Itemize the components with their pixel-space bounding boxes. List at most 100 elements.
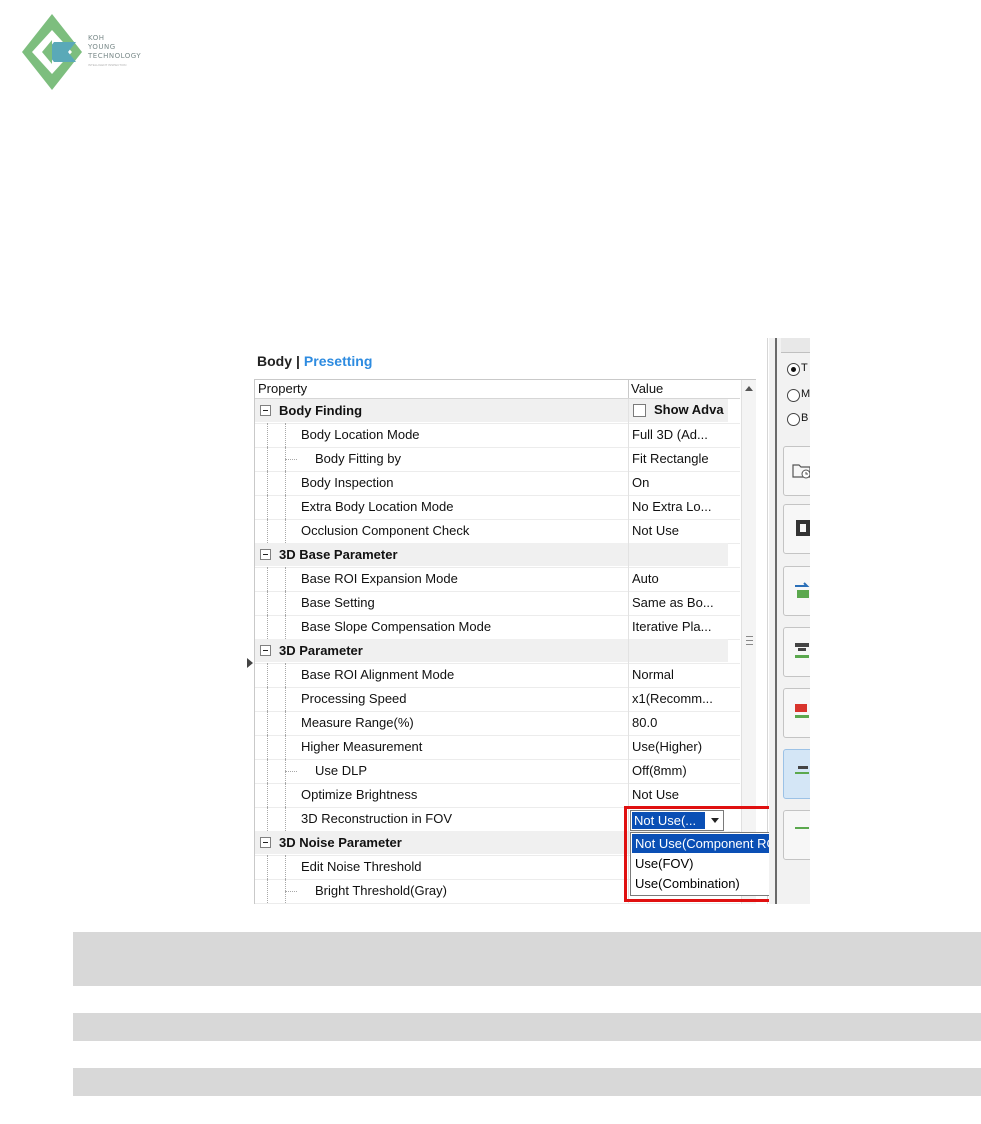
tree-guide bbox=[285, 615, 286, 639]
align-tool-button[interactable] bbox=[783, 749, 810, 799]
header-separator: | bbox=[296, 353, 300, 369]
panel-header: Body | Presetting bbox=[257, 353, 372, 369]
grid-header: Property Value bbox=[255, 380, 740, 399]
property-value[interactable]: Same as Bo... bbox=[632, 595, 728, 610]
category-label: 3D Parameter bbox=[279, 643, 363, 658]
property-value[interactable]: Use(Higher) bbox=[632, 739, 728, 754]
property-row-extra-body-location-mode[interactable]: Extra Body Location Mode No Extra Lo... bbox=[255, 495, 740, 520]
tree-guide bbox=[267, 447, 268, 471]
stack-icon bbox=[795, 643, 809, 658]
property-value[interactable]: 80.0 bbox=[632, 715, 728, 730]
tree-guide bbox=[267, 495, 268, 519]
property-label: Base ROI Alignment Mode bbox=[301, 667, 455, 682]
property-label: Processing Speed bbox=[301, 691, 407, 706]
property-value[interactable]: On bbox=[632, 475, 728, 490]
scroll-thumb-grip-icon[interactable] bbox=[746, 636, 753, 645]
column-header-value[interactable]: Value bbox=[631, 381, 663, 396]
align-small-icon bbox=[795, 827, 809, 829]
property-label: Optimize Brightness bbox=[301, 787, 418, 802]
value-column-divider bbox=[628, 423, 629, 447]
property-value[interactable]: Normal bbox=[632, 667, 728, 682]
panel-title: Body bbox=[257, 353, 292, 369]
value-column-divider bbox=[628, 471, 629, 495]
property-value[interactable]: Full 3D (Ad... bbox=[632, 427, 728, 442]
value-column-divider bbox=[628, 711, 629, 735]
scroll-up-icon[interactable] bbox=[745, 386, 753, 391]
property-label: Extra Body Location Mode bbox=[301, 499, 454, 514]
tree-guide bbox=[267, 471, 268, 495]
property-value[interactable]: Not Use bbox=[632, 787, 728, 802]
column-header-property[interactable]: Property bbox=[258, 381, 307, 396]
body-tool-button[interactable] bbox=[783, 504, 810, 554]
gray-bar-1 bbox=[73, 932, 981, 986]
collapse-toggle-icon[interactable] bbox=[260, 549, 271, 560]
property-row-higher-measurement[interactable]: Higher Measurement Use(Higher) bbox=[255, 735, 740, 760]
value-column-divider bbox=[628, 567, 629, 591]
category-row-body-finding[interactable]: Body Finding Show Adva bbox=[255, 399, 740, 424]
category-row-3d-parameter[interactable]: 3D Parameter bbox=[255, 639, 740, 664]
property-panel: Body | Presetting Property Value Body Find… bbox=[243, 338, 808, 904]
tree-guide bbox=[285, 591, 286, 615]
property-value[interactable]: Iterative Pla... bbox=[632, 619, 728, 634]
tree-guide bbox=[267, 663, 268, 687]
tree-guide bbox=[285, 423, 286, 447]
value-column-divider bbox=[628, 591, 629, 615]
panel-splitter[interactable] bbox=[775, 338, 777, 904]
value-column-divider bbox=[628, 519, 629, 543]
category-label: Body Finding bbox=[279, 403, 363, 418]
radio-m-label: M bbox=[801, 388, 810, 400]
folder-clock-button[interactable] bbox=[783, 446, 810, 496]
show-advanced-checkbox[interactable] bbox=[633, 404, 646, 417]
property-row-base-setting[interactable]: Base Setting Same as Bo... bbox=[255, 591, 740, 616]
property-row-body-location-mode[interactable]: Body Location Mode Full 3D (Ad... bbox=[255, 423, 740, 448]
property-row-base-roi-expansion-mode[interactable]: Base ROI Expansion Mode Auto bbox=[255, 567, 740, 592]
radio-b[interactable] bbox=[787, 413, 800, 426]
out-tool-button[interactable] bbox=[783, 688, 810, 738]
presetting-link[interactable]: Presetting bbox=[304, 353, 372, 369]
property-label: Body Location Mode bbox=[301, 427, 420, 442]
collapse-toggle-icon[interactable] bbox=[260, 405, 271, 416]
logo-wordmark: KOH YOUNG TECHNOLOGY bbox=[88, 34, 142, 60]
property-window: Body | Presetting Property Value Body Find… bbox=[243, 338, 810, 904]
property-label: Measure Range(%) bbox=[301, 715, 414, 730]
property-value[interactable]: x1(Recomm... bbox=[632, 691, 728, 706]
extra-tool-button[interactable] bbox=[783, 810, 810, 860]
property-row-occlusion-component-check[interactable]: Occlusion Component Check Not Use bbox=[255, 519, 740, 544]
tree-branch bbox=[285, 459, 297, 460]
tree-guide bbox=[267, 855, 268, 879]
radio-m[interactable] bbox=[787, 389, 800, 402]
tree-guide bbox=[267, 735, 268, 759]
property-row-body-fitting-by[interactable]: Body Fitting by Fit Rectangle bbox=[255, 447, 740, 472]
property-row-use-dlp[interactable]: Use DLP Off(8mm) bbox=[255, 759, 740, 784]
tree-guide bbox=[285, 567, 286, 591]
value-column-divider bbox=[628, 399, 629, 423]
value-column-divider bbox=[628, 663, 629, 687]
property-row-measure-range[interactable]: Measure Range(%) 80.0 bbox=[255, 711, 740, 736]
property-value[interactable]: Auto bbox=[632, 571, 728, 586]
collapse-toggle-icon[interactable] bbox=[260, 645, 271, 656]
column-divider[interactable] bbox=[628, 380, 629, 398]
tree-guide bbox=[285, 711, 286, 735]
tree-guide bbox=[285, 855, 286, 879]
property-value[interactable]: Not Use bbox=[632, 523, 728, 538]
top-tool-button[interactable] bbox=[781, 338, 810, 353]
collapse-toggle-icon[interactable] bbox=[260, 837, 271, 848]
radio-t[interactable] bbox=[787, 363, 800, 376]
category-row-3d-base-parameter[interactable]: 3D Base Parameter bbox=[255, 543, 740, 568]
stack-tool-button[interactable] bbox=[783, 627, 810, 677]
tree-guide bbox=[285, 519, 286, 543]
value-column-divider bbox=[628, 615, 629, 639]
tree-guide bbox=[267, 807, 268, 831]
value-column-divider bbox=[628, 735, 629, 759]
property-label: Body Inspection bbox=[301, 475, 394, 490]
property-row-body-inspection[interactable]: Body Inspection On bbox=[255, 471, 740, 496]
transfer-tool-button[interactable] bbox=[783, 566, 810, 616]
property-value[interactable]: No Extra Lo... bbox=[632, 499, 728, 514]
property-row-processing-speed[interactable]: Processing Speed x1(Recomm... bbox=[255, 687, 740, 712]
property-row-base-slope-compensation-mode[interactable]: Base Slope Compensation Mode Iterative Pl… bbox=[255, 615, 740, 640]
property-row-base-roi-alignment-mode[interactable]: Base ROI Alignment Mode Normal bbox=[255, 663, 740, 688]
property-row-optimize-brightness[interactable]: Optimize Brightness Not Use bbox=[255, 783, 740, 808]
property-value[interactable]: Fit Rectangle bbox=[632, 451, 728, 466]
tree-guide bbox=[267, 783, 268, 807]
property-value[interactable]: Off(8mm) bbox=[632, 763, 728, 778]
